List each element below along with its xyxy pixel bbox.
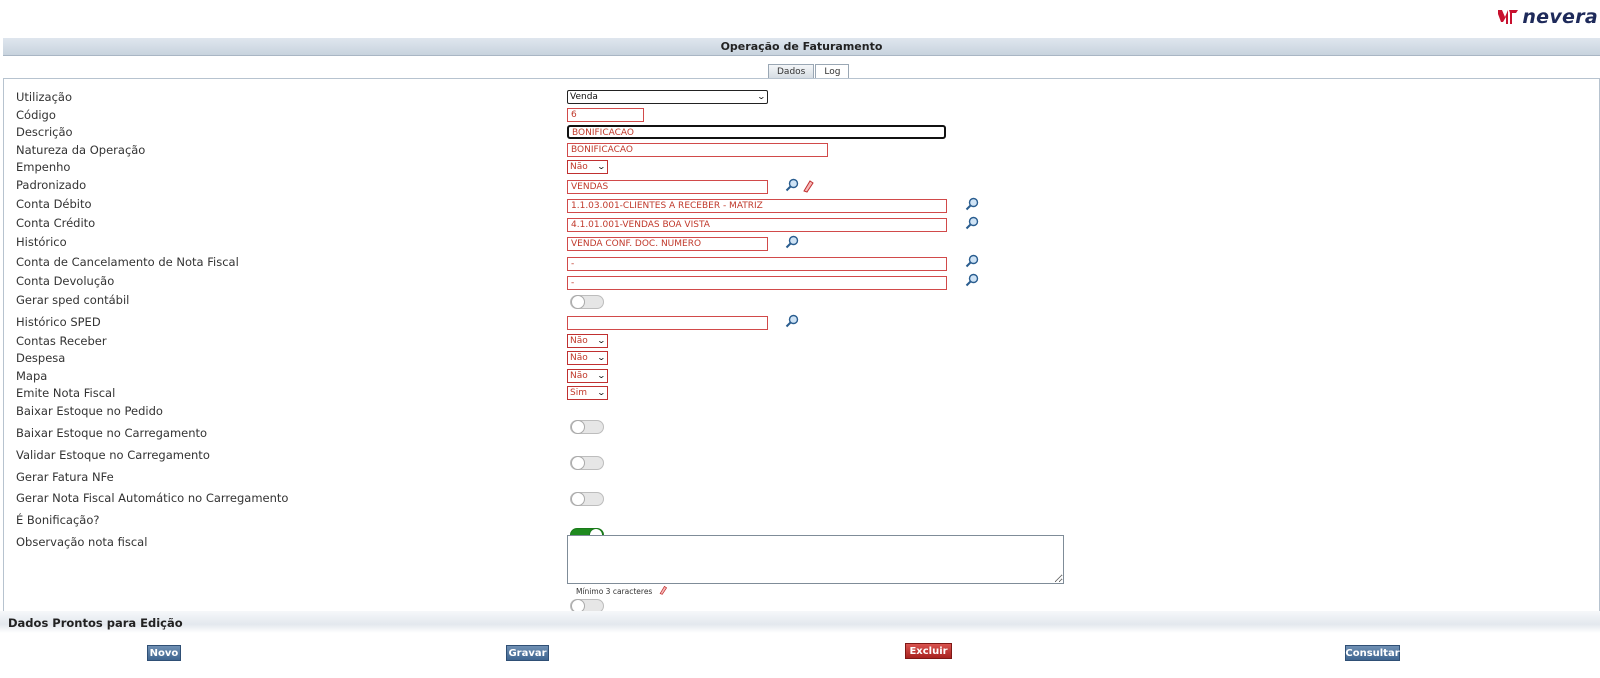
contas-receber-value: Não [570, 336, 588, 346]
search-icon[interactable] [965, 273, 979, 287]
descricao-input[interactable]: BONIFICACAO [567, 125, 946, 139]
label-gerar-fatura: Gerar Fatura NFe [16, 470, 114, 484]
label-emite-nf: Emite Nota Fiscal [16, 386, 116, 400]
eraser-icon[interactable] [801, 179, 815, 193]
brand-logo: nevera [1496, 6, 1598, 28]
label-baixar-pedido: Baixar Estoque no Pedido [16, 404, 163, 418]
nevera-logo-icon [1498, 10, 1519, 24]
conta-credito-input[interactable]: 4.1.01.001-VENDAS BOA VISTA [567, 218, 947, 232]
emite-nf-value: Sim [570, 388, 587, 398]
label-conta-credito: Conta Crédito [16, 216, 96, 230]
label-mapa: Mapa [16, 369, 48, 383]
search-icon[interactable] [785, 314, 799, 328]
search-icon[interactable] [965, 197, 979, 211]
status-text: Dados Prontos para Edição [8, 616, 183, 630]
label-contas-receber: Contas Receber [16, 334, 107, 348]
label-historico-sped: Histórico SPED [16, 315, 101, 329]
logo-text: nevera [1522, 6, 1598, 28]
despesa-select[interactable]: Não ⌄ [567, 351, 608, 365]
mapa-select[interactable]: Não ⌄ [567, 369, 608, 383]
label-conta-devolucao: Conta Devolução [16, 274, 115, 288]
label-utilizacao: Utilização [16, 90, 73, 104]
historico-sped-input[interactable] [567, 316, 768, 330]
label-conta-debito: Conta Débito [16, 197, 92, 211]
historico-input[interactable]: VENDA CONF. DOC. NUMERO [567, 237, 768, 251]
excluir-button[interactable]: Excluir [905, 643, 952, 659]
validar-estoque-toggle[interactable] [570, 492, 604, 506]
chevron-down-icon: ⌄ [596, 336, 607, 345]
tab-log[interactable]: Log [815, 64, 850, 78]
label-natureza: Natureza da Operação [16, 143, 146, 157]
search-icon[interactable] [785, 178, 799, 192]
chevron-down-icon: ⌄ [596, 388, 607, 397]
baixar-carregamento-toggle[interactable] [570, 456, 604, 470]
label-empenho: Empenho [16, 160, 71, 174]
despesa-value: Não [570, 353, 588, 363]
status-bar [0, 611, 1600, 633]
conta-devolucao-input[interactable]: - [567, 276, 947, 290]
label-validar-estoque: Validar Estoque no Carregamento [16, 448, 210, 462]
label-historico: Histórico [16, 235, 67, 249]
novo-button[interactable]: Novo [147, 645, 181, 661]
chevron-down-icon: ⌄ [596, 371, 607, 380]
chevron-down-icon: ⌄ [596, 353, 607, 362]
utilizacao-value: Venda [570, 92, 598, 102]
gerar-sped-toggle[interactable] [570, 295, 604, 309]
emite-nf-select[interactable]: Sim ⌄ [567, 386, 608, 400]
gravar-button[interactable]: Gravar [506, 645, 549, 661]
empenho-value: Não [570, 162, 588, 172]
padronizado-input[interactable]: VENDAS [567, 180, 768, 194]
observacao-textarea[interactable] [567, 535, 1064, 584]
search-icon[interactable] [965, 216, 979, 230]
toggle-knob [571, 492, 585, 506]
label-baixar-carregamento: Baixar Estoque no Carregamento [16, 426, 208, 440]
toggle-knob [571, 420, 585, 434]
contas-receber-select[interactable]: Não ⌄ [567, 334, 608, 348]
label-codigo: Código [16, 108, 56, 122]
empenho-select[interactable]: Não ⌄ [567, 160, 608, 174]
label-descricao: Descrição [16, 125, 73, 139]
tab-dados[interactable]: Dados [768, 64, 815, 78]
label-bonificacao: É Bonificação? [16, 513, 100, 527]
codigo-input[interactable]: 6 [567, 108, 644, 122]
natureza-input[interactable]: BONIFICACAO [567, 143, 828, 157]
label-despesa: Despesa [16, 351, 66, 365]
conta-cancelamento-input[interactable]: - [567, 257, 947, 271]
chevron-down-icon: ⌄ [596, 162, 607, 171]
label-padronizado: Padronizado [16, 178, 87, 192]
label-observacao: Observação nota fiscal [16, 535, 148, 549]
label-gerar-sped: Gerar sped contábil [16, 293, 130, 307]
baixar-pedido-toggle[interactable] [570, 420, 604, 434]
chevron-down-icon: ⌄ [756, 92, 767, 101]
search-icon[interactable] [965, 254, 979, 268]
utilizacao-select[interactable]: Venda ⌄ [567, 90, 768, 104]
form-panel: Utilização Código Descrição Natureza da … [3, 78, 1600, 619]
mapa-value: Não [570, 371, 588, 381]
consultar-button[interactable]: Consultar [1345, 645, 1400, 661]
toggle-knob [571, 295, 585, 309]
page-title: Operação de Faturamento [3, 38, 1600, 56]
toggle-knob [571, 456, 585, 470]
search-icon[interactable] [785, 235, 799, 249]
label-gerar-nf-auto: Gerar Nota Fiscal Automático no Carregam… [16, 491, 289, 505]
conta-debito-input[interactable]: 1.1.03.001-CLIENTES A RECEBER - MATRIZ [567, 199, 947, 213]
observacao-hint: Mínimo 3 caracteres [576, 587, 653, 596]
tab-bar: Dados Log [768, 64, 850, 78]
eraser-icon[interactable] [658, 585, 668, 595]
label-conta-cancelamento: Conta de Cancelamento de Nota Fiscal [16, 255, 239, 269]
